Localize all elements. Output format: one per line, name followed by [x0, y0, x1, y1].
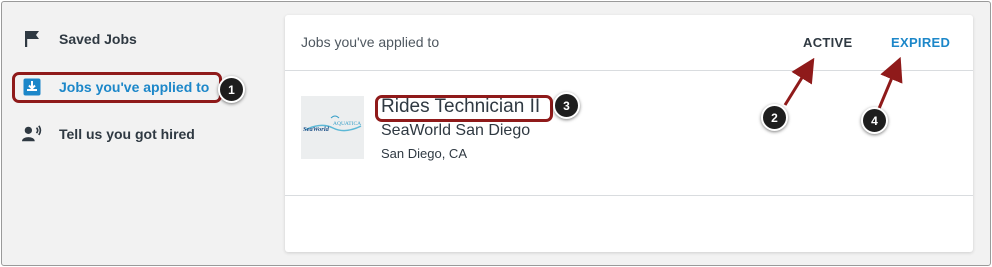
panel-header: Jobs you've applied to ACTIVE EXPIRED: [285, 15, 973, 71]
callout-badge-4: 4: [861, 107, 888, 134]
sidebar-item-tell-us-hired[interactable]: Tell us you got hired: [22, 122, 195, 146]
panel-title: Jobs you've applied to: [301, 34, 440, 50]
sidebar-item-saved-jobs[interactable]: Saved Jobs: [22, 27, 137, 51]
callout-highlight-box-3: [375, 95, 553, 122]
callout-badge-3: 3: [553, 92, 580, 119]
tab-active[interactable]: ACTIVE: [803, 35, 852, 50]
sidebar-item-label: Tell us you got hired: [59, 126, 195, 142]
job-list-item[interactable]: SeaWorld AQUATICA Rides Technician II Se…: [285, 71, 973, 196]
callout-badge-1: 1: [218, 76, 245, 103]
sidebar-item-label: Saved Jobs: [59, 31, 137, 47]
tab-expired[interactable]: EXPIRED: [891, 35, 950, 50]
person-announce-icon: [22, 124, 42, 144]
job-location: San Diego, CA: [381, 146, 467, 161]
screenshot-frame: Saved Jobs Jobs you've applied to Tell u…: [1, 1, 991, 266]
job-company: SeaWorld San Diego: [381, 122, 531, 139]
company-logo: SeaWorld AQUATICA: [301, 96, 364, 159]
logo-text-aquatica: AQUATICA: [333, 121, 361, 127]
flag-icon: [22, 29, 42, 49]
logo-text-seaworld: SeaWorld: [303, 126, 330, 133]
callout-badge-2: 2: [761, 104, 788, 131]
callout-highlight-box-1: [12, 72, 222, 103]
applied-jobs-panel: Jobs you've applied to ACTIVE EXPIRED Se…: [285, 15, 973, 252]
